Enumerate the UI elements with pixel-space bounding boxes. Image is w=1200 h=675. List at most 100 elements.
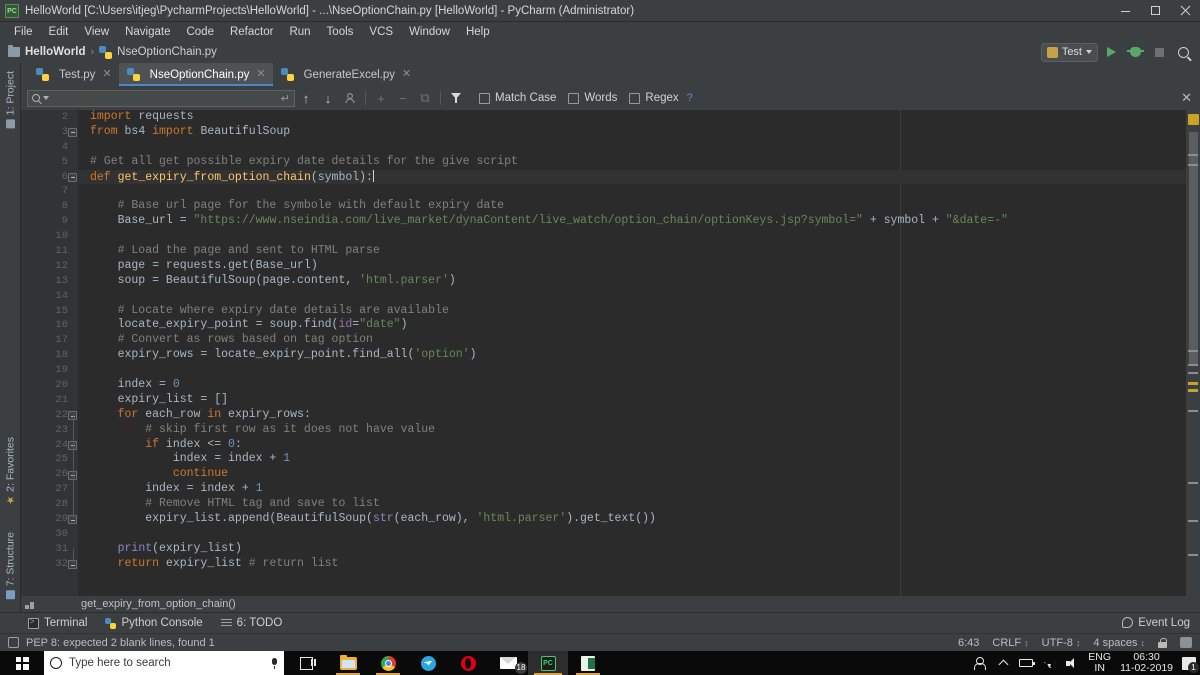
indent-setting[interactable]: 4 spaces ↕	[1093, 637, 1145, 649]
marker-stripe[interactable]	[1188, 482, 1198, 484]
search-everywhere-button[interactable]	[1172, 42, 1194, 62]
code-line[interactable]: import requests	[78, 110, 1186, 125]
clock[interactable]: 06:30 11-02-2019	[1120, 652, 1173, 674]
code-content[interactable]: import requests from bs4 import Beautiful…	[78, 110, 1186, 597]
fold-marker-icon[interactable]	[68, 127, 77, 137]
show-hidden-icons-button[interactable]	[996, 656, 1010, 670]
code-line[interactable]	[78, 229, 1186, 244]
close-icon[interactable]: ✕	[102, 69, 111, 80]
marker-stripe[interactable]	[1188, 520, 1198, 522]
code-line[interactable]	[78, 363, 1186, 378]
breadcrumb-file[interactable]: NseOptionChain.py	[99, 45, 217, 59]
stop-button[interactable]	[1148, 42, 1170, 62]
regex-help-icon[interactable]: ?	[687, 92, 693, 104]
taskbar-opera[interactable]	[448, 651, 488, 675]
sidebar-item-structure[interactable]: 7: Structure	[0, 528, 21, 603]
regex-checkbox[interactable]: Regex	[629, 92, 679, 104]
close-button[interactable]	[1170, 0, 1200, 22]
menu-window[interactable]: Window	[401, 25, 458, 39]
code-line[interactable]	[78, 184, 1186, 199]
run-button[interactable]	[1100, 42, 1122, 62]
taskbar-search[interactable]: Type here to search	[44, 651, 284, 675]
menu-navigate[interactable]: Navigate	[117, 25, 178, 39]
code-line[interactable]: index = index + 1	[78, 482, 1186, 497]
marker-stripe[interactable]	[1188, 372, 1198, 374]
code-line[interactable]: print(expiry_list)	[78, 542, 1186, 557]
code-line[interactable]: return expiry_list # return list	[78, 557, 1186, 572]
wifi-icon[interactable]	[1042, 656, 1056, 670]
marker-stripe[interactable]	[1188, 350, 1198, 352]
action-center-button[interactable]: 1	[1182, 656, 1199, 673]
code-line[interactable]: index = index + 1	[78, 452, 1186, 467]
code-editor[interactable]: 2 3 4 5 6 7 8 9 10 11 12 13 14 15 16 17 18 19 20 21 22 23 24 25…	[21, 110, 1186, 597]
code-line[interactable]: # Locate where expiry date details are a…	[78, 304, 1186, 319]
code-line[interactable]: soup = BeautifulSoup(page.content, 'html…	[78, 274, 1186, 289]
file-encoding[interactable]: UTF-8 ↕	[1042, 637, 1081, 649]
marker-stripe[interactable]	[1188, 364, 1198, 366]
editor-gutter[interactable]: 2 3 4 5 6 7 8 9 10 11 12 13 14 15 16 17 18 19 20 21 22 23 24 25…	[21, 110, 78, 597]
vertical-scrollbar-thumb[interactable]	[1189, 132, 1198, 364]
inspection-status-warning[interactable]	[1188, 114, 1199, 125]
code-line[interactable]	[78, 527, 1186, 542]
code-line[interactable]: page = requests.get(Base_url)	[78, 259, 1186, 274]
match-case-checkbox[interactable]: Match Case	[479, 92, 556, 104]
start-button[interactable]	[0, 651, 44, 675]
breadcrumb-project[interactable]: HelloWorld	[8, 45, 85, 58]
menu-edit[interactable]: Edit	[41, 25, 77, 39]
taskbar-mail[interactable]: 1 18	[488, 651, 528, 675]
code-line[interactable]: expiry_list = []	[78, 393, 1186, 408]
marker-stripe[interactable]	[1188, 164, 1198, 166]
code-line[interactable]: expiry_list.append(BeautifulSoup(str(eac…	[78, 512, 1186, 527]
code-line[interactable]: continue	[78, 467, 1186, 482]
debug-button[interactable]	[1124, 42, 1146, 62]
code-line[interactable]: if index <= 0:	[78, 438, 1186, 453]
line-separator[interactable]: CRLF ↕	[992, 637, 1028, 649]
volume-icon[interactable]	[1065, 656, 1079, 670]
code-line[interactable]: # Base url page for the symbole with def…	[78, 199, 1186, 214]
code-line[interactable]: locate_expiry_point = soup.find(id="date…	[78, 318, 1186, 333]
sidebar-item-project[interactable]: 1: Project	[0, 67, 21, 132]
words-checkbox[interactable]: Words	[568, 92, 617, 104]
taskbar-pycharm[interactable]: PC	[528, 651, 568, 675]
filter-button[interactable]	[445, 87, 467, 109]
taskbar-telegram[interactable]	[408, 651, 448, 675]
tool-window-todo[interactable]: 6: TODO	[220, 617, 282, 629]
code-line[interactable]: from bs4 import BeautifulSoup	[78, 125, 1186, 140]
sidebar-item-favorites[interactable]: ★ 2: Favorites	[0, 433, 21, 509]
close-find-icon[interactable]: ✕	[1181, 90, 1194, 106]
menu-run[interactable]: Run	[281, 25, 318, 39]
lock-icon[interactable]	[1158, 637, 1167, 648]
menu-view[interactable]: View	[76, 25, 117, 39]
marker-stripe-warning[interactable]	[1188, 382, 1198, 385]
battery-icon[interactable]	[1019, 656, 1036, 670]
caret-position[interactable]: 6:43	[958, 637, 979, 649]
marker-stripe[interactable]	[1188, 410, 1198, 412]
marker-stripe[interactable]	[1188, 154, 1198, 156]
search-input-wrapper[interactable]: ↵	[27, 89, 295, 107]
tab-test-py[interactable]: Test.py ✕	[28, 63, 119, 86]
search-input[interactable]	[52, 91, 278, 105]
editor-marker-bar[interactable]	[1186, 110, 1200, 597]
menu-help[interactable]: Help	[458, 25, 498, 39]
run-configuration-selector[interactable]: Test	[1040, 42, 1098, 62]
close-icon[interactable]: ✕	[256, 69, 265, 80]
taskbar-excel[interactable]	[568, 651, 608, 675]
select-all-occurrences-button[interactable]	[339, 87, 361, 109]
close-icon[interactable]: ✕	[402, 69, 411, 80]
code-line[interactable]	[78, 140, 1186, 155]
tab-nseoptionchain-py[interactable]: NseOptionChain.py ✕	[118, 63, 273, 86]
hector-icon[interactable]	[1180, 637, 1192, 648]
code-line[interactable]: # Load the page and sent to HTML parse	[78, 244, 1186, 259]
menu-tools[interactable]: Tools	[319, 25, 362, 39]
code-line[interactable]: for each_row in expiry_rows:	[78, 408, 1186, 423]
menu-vcs[interactable]: VCS	[361, 25, 401, 39]
taskbar-file-explorer[interactable]	[328, 651, 368, 675]
taskbar-task-view-button[interactable]	[288, 651, 328, 675]
marker-stripe-warning[interactable]	[1188, 389, 1198, 392]
tool-window-terminal[interactable]: Terminal	[28, 617, 87, 629]
taskbar-chrome[interactable]	[368, 651, 408, 675]
code-line[interactable]: # skip first row as it does not have val…	[78, 423, 1186, 438]
event-log-button[interactable]: Event Log	[1122, 612, 1200, 633]
find-previous-button[interactable]: ↑	[295, 87, 317, 109]
tool-window-python-console[interactable]: Python Console	[105, 617, 203, 629]
